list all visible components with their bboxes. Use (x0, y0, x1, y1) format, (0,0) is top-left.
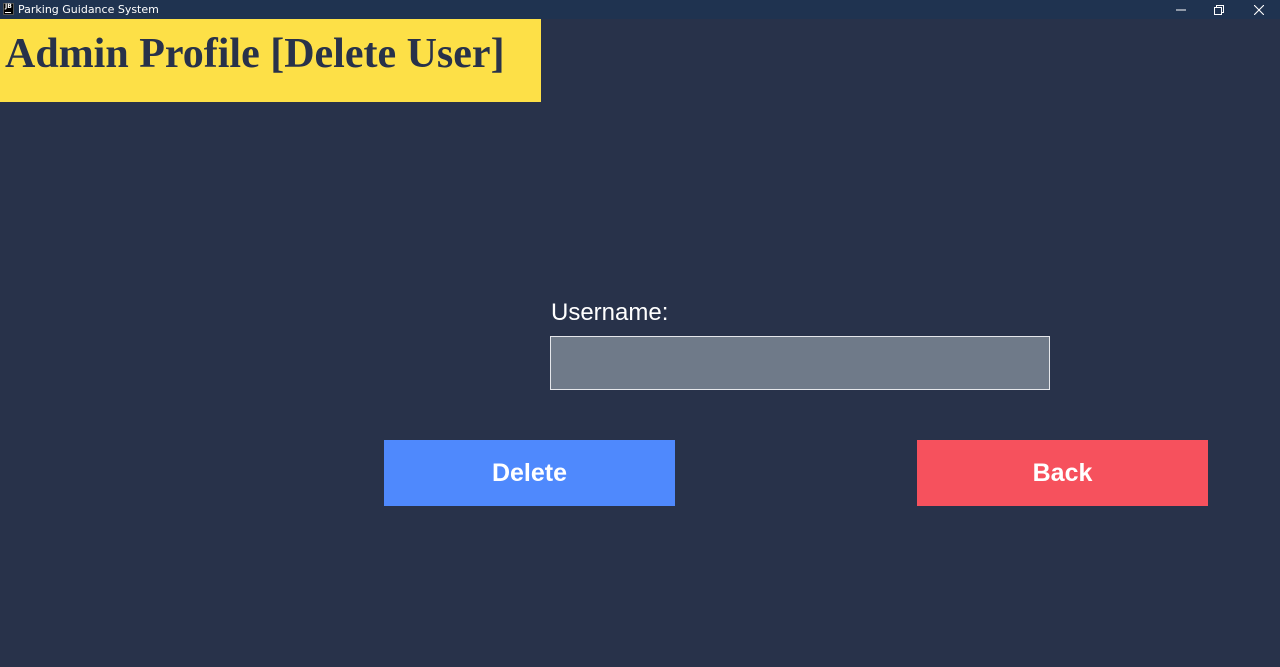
window-titlebar: JB Parking Guidance System (0, 0, 1280, 19)
close-button[interactable] (1240, 0, 1278, 19)
app-icon: JB (3, 3, 14, 15)
restore-button[interactable] (1200, 0, 1238, 19)
delete-button[interactable]: Delete (384, 440, 675, 506)
minimize-icon (1176, 9, 1186, 11)
minimize-button[interactable] (1162, 0, 1200, 19)
window-title: Parking Guidance System (18, 3, 159, 16)
restore-icon (1214, 5, 1224, 15)
close-icon (1254, 5, 1264, 15)
header-banner: Admin Profile [Delete User] (0, 19, 541, 102)
back-button[interactable]: Back (917, 440, 1208, 506)
username-label: Username: (551, 299, 669, 326)
username-input[interactable] (550, 336, 1050, 390)
page-title: Admin Profile [Delete User] (5, 31, 505, 77)
app-icon-text: JB (5, 3, 12, 10)
